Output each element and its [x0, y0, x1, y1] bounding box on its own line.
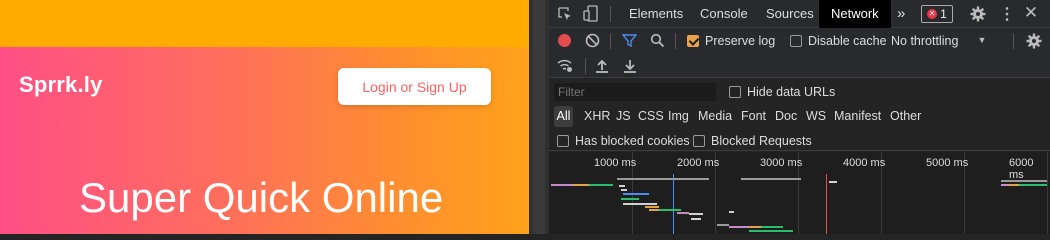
- timeline-tick-label: 2000 ms: [677, 157, 720, 169]
- type-filter-font[interactable]: Font: [741, 109, 766, 123]
- site-logo[interactable]: Sprrk.ly: [19, 72, 103, 98]
- disable-cache-label[interactable]: Disable cache: [808, 34, 887, 48]
- tab-console[interactable]: Console: [698, 0, 750, 28]
- error-icon: ✕: [927, 9, 938, 19]
- request-bar: [1019, 184, 1047, 186]
- error-count-badge[interactable]: ✕ 1: [921, 5, 953, 23]
- network-toolbar: Preserve log Disable cache No throttling…: [549, 28, 1050, 54]
- request-bar: [551, 184, 573, 186]
- preserve-log-label[interactable]: Preserve log: [705, 34, 775, 48]
- toolbar-separator: [675, 33, 676, 49]
- request-bar: [645, 206, 659, 208]
- tab-elements[interactable]: Elements: [627, 0, 685, 28]
- type-filter-img[interactable]: Img: [668, 109, 689, 123]
- request-bar: [623, 203, 657, 205]
- type-filter-ws[interactable]: WS: [806, 109, 826, 123]
- request-bar: [589, 184, 613, 186]
- toolbar-separator: [610, 33, 611, 49]
- type-filter-manifest[interactable]: Manifest: [834, 109, 881, 123]
- request-bar: [573, 184, 589, 186]
- clear-icon[interactable]: [585, 33, 600, 48]
- request-bar: [729, 226, 749, 228]
- preserve-log-checkbox[interactable]: [687, 35, 699, 47]
- tab-network[interactable]: Network: [819, 0, 891, 28]
- request-bar: [689, 213, 703, 215]
- chevron-down-icon[interactable]: ▼: [977, 35, 987, 45]
- request-bar: [677, 212, 689, 214]
- type-filter-css[interactable]: CSS: [638, 109, 664, 123]
- login-signup-button[interactable]: Login or Sign Up: [338, 68, 491, 105]
- has-blocked-cookies-label[interactable]: Has blocked cookies: [575, 134, 690, 148]
- hero-headline: Super Quick Online: [79, 174, 444, 221]
- website-viewport: Sprrk.ly Login or Sign Up Super Quick On…: [0, 0, 529, 234]
- filter-icon[interactable]: [622, 33, 637, 48]
- disable-cache-checkbox[interactable]: [790, 35, 802, 47]
- network-conditions-icon[interactable]: [557, 58, 574, 73]
- type-filter-doc[interactable]: Doc: [775, 109, 797, 123]
- inspect-element-icon[interactable]: [557, 6, 573, 22]
- request-bar: [621, 189, 627, 191]
- error-count: 1: [940, 7, 947, 21]
- site-top-bar: [0, 0, 529, 47]
- blocked-requests-checkbox[interactable]: [693, 135, 705, 147]
- request-bar: [749, 230, 793, 232]
- request-bar: [741, 178, 801, 180]
- network-settings-gear-icon[interactable]: [1026, 33, 1042, 49]
- request-bar: [749, 226, 761, 228]
- more-tabs-button[interactable]: »: [895, 0, 907, 28]
- domcontentloaded-marker: [673, 174, 674, 234]
- timeline-tick-label: 3000 ms: [760, 157, 803, 169]
- tab-sources[interactable]: Sources: [764, 0, 816, 28]
- network-toolbar-secondary: [549, 54, 1050, 78]
- timeline-tick-label: 4000 ms: [843, 157, 886, 169]
- request-bar: [659, 209, 681, 211]
- search-icon[interactable]: [650, 33, 665, 48]
- toolbar-separator: [1013, 33, 1014, 49]
- device-toolbar-icon[interactable]: [583, 5, 599, 23]
- hide-data-urls-label[interactable]: Hide data URLs: [747, 85, 835, 99]
- import-har-icon[interactable]: [595, 58, 609, 73]
- filter-input[interactable]: [554, 83, 716, 101]
- settings-gear-icon[interactable]: [970, 6, 986, 22]
- request-bar: [617, 178, 677, 180]
- close-devtools-icon[interactable]: ✕: [1023, 3, 1039, 22]
- type-filter-other[interactable]: Other: [890, 109, 921, 123]
- screen: Sprrk.ly Login or Sign Up Super Quick On…: [0, 0, 1050, 234]
- timeline-tick-label: 1000 ms: [594, 157, 637, 169]
- throttling-select[interactable]: No throttling: [891, 34, 958, 48]
- request-bar: [619, 185, 625, 187]
- toolbar-separator: [610, 6, 611, 22]
- hide-data-urls-checkbox[interactable]: [729, 86, 741, 98]
- request-bar: [729, 211, 734, 213]
- request-bar: [1001, 184, 1009, 186]
- type-filter-js[interactable]: JS: [616, 109, 631, 123]
- export-har-icon[interactable]: [623, 58, 637, 73]
- type-filter-media[interactable]: Media: [698, 109, 732, 123]
- record-icon[interactable]: [558, 34, 571, 47]
- devtools-panel: Elements Console Sources Network » ✕ 1 ⋮…: [549, 0, 1050, 234]
- request-bar: [717, 224, 729, 226]
- request-bar: [621, 198, 639, 200]
- timeline-tick-label: 6000 ms: [1009, 157, 1034, 181]
- load-event-marker: [826, 174, 827, 234]
- panel-divider[interactable]: [529, 0, 549, 234]
- has-blocked-cookies-checkbox[interactable]: [557, 135, 569, 147]
- request-bar: [623, 193, 649, 195]
- request-bar: [1009, 184, 1019, 186]
- divider-grip[interactable]: [533, 0, 545, 234]
- type-filter-xhr[interactable]: XHR: [584, 109, 610, 123]
- type-filter-all[interactable]: All: [554, 106, 573, 127]
- toolbar-separator: [585, 58, 586, 74]
- request-bar: [829, 181, 837, 183]
- request-bar: [761, 226, 783, 228]
- devtools-tab-bar: Elements Console Sources Network » ✕ 1 ⋮…: [549, 0, 1050, 28]
- timeline-tick-label: 5000 ms: [926, 157, 969, 169]
- request-bar: [691, 218, 701, 220]
- request-bar: [1001, 180, 1047, 182]
- request-bar: [677, 178, 709, 180]
- more-options-icon[interactable]: ⋮: [999, 6, 1015, 23]
- blocked-requests-label[interactable]: Blocked Requests: [711, 134, 812, 148]
